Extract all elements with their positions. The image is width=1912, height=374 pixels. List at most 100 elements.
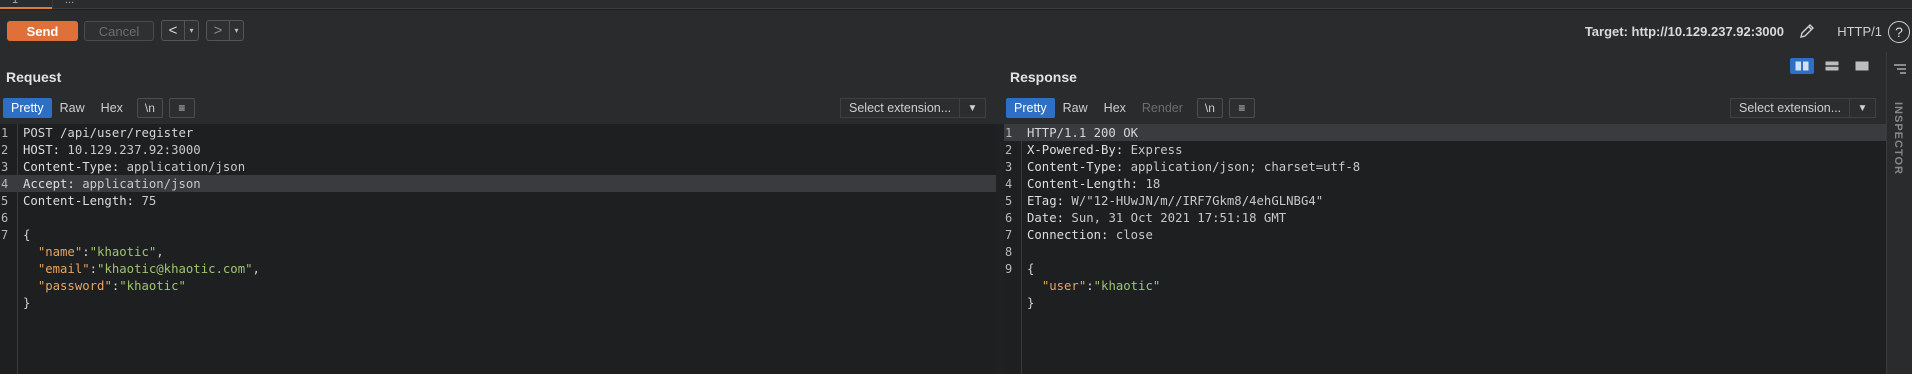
send-button[interactable]: Send [7,21,78,41]
header-value: close [1108,227,1153,242]
line-number: 3 [1,159,9,174]
close-brace: } [1027,295,1035,310]
request-select-extension-label: Select extension... [849,101,952,115]
help-icon[interactable]: ? [1888,21,1910,43]
header-value: application/json; charset=utf-8 [1123,159,1361,174]
main-area: Request Pretty Raw Hex \n ≡ Select exten… [0,52,1886,374]
header-value: 18 [1138,176,1161,191]
code-line: 7{ [0,226,996,243]
code-line: 5 ETag: W/"12-HUwJN/m//IRF7Gkm8/4ehGLNBG4… [1004,192,1886,209]
line-number: 5 [1005,193,1013,208]
response-view-tabs: Pretty Raw Hex Render \n ≡ [1006,98,1255,118]
back-history-dropdown-icon[interactable]: ▾ [184,21,198,40]
tab-more[interactable]: ... [52,0,142,9]
open-brace: { [23,227,31,242]
tab-1[interactable]: 1 [0,0,52,9]
open-brace: { [1027,261,1035,276]
panel-divider[interactable] [996,124,1004,374]
json-key: "name" [37,244,83,259]
forward-nav-group: > ▾ [206,20,244,41]
code-line: 7 Connection: close [1004,226,1886,243]
json-line: "email":"khaotic@khaotic.com", [37,261,260,276]
header-name: Accept: [23,176,75,191]
header-name: ETag: [1027,193,1065,208]
line-number: 2 [1,142,9,157]
tab-1-label: 1 [12,0,19,6]
response-tab-raw[interactable]: Raw [1055,98,1096,118]
request-tab-pretty[interactable]: Pretty [3,98,52,118]
line-number: 6 [1005,210,1013,225]
response-newline-toggle[interactable]: \n [1196,98,1223,118]
line-number: 1 [1,125,9,140]
response-editor[interactable]: 1 HTTP/1.1 200 OK 2 X-Powered-By: Express … [1004,124,1886,374]
response-tab-hex[interactable]: Hex [1096,98,1134,118]
json-line: "password":"khaotic" [37,278,186,293]
request-newline-toggle[interactable]: \n [136,98,163,118]
response-tab-render[interactable]: Render [1134,98,1191,118]
response-select-extension[interactable]: Select extension... ▼ [1730,98,1876,118]
line-number: 5 [1,193,9,208]
response-title: Response [1010,69,1077,85]
http-version-label[interactable]: HTTP/1 [1837,24,1882,39]
request-select-extension[interactable]: Select extension... ▼ [840,98,986,118]
response-select-extension-label: Select extension... [1739,101,1842,115]
header-name: Content-Length: [1027,176,1139,191]
code-line: 4 Content-Length: 18 [1004,175,1886,192]
header-value: W/"12-HUwJN/m//IRF7Gkm8/4ehGLNBG4" [1064,193,1324,208]
header-name: Content-Type: [1027,159,1124,174]
chevron-down-icon: ▼ [1849,98,1875,118]
close-brace: } [23,295,31,310]
line-number: 6 [1,210,9,225]
line-number: 7 [1,227,9,242]
json-value: "khaotic" [119,278,186,293]
response-menu-icon[interactable]: ≡ [1228,98,1255,118]
line-number: 9 [1005,261,1013,276]
request-tab-hex[interactable]: Hex [93,98,131,118]
json-value: "khaotic" [89,244,157,259]
header-value: application/json [119,159,246,174]
header-name: X-Powered-By: [1027,142,1124,157]
response-tab-pretty[interactable]: Pretty [1006,98,1055,118]
split-vertical-layout-icon[interactable] [1820,58,1844,74]
request-panel: Request Pretty Raw Hex \n ≡ Select exten… [0,52,996,374]
line-number: 7 [1005,227,1013,242]
header-name: Connection: [1027,227,1109,242]
request-editor[interactable]: 1 POST /api/user/register 2 HOST: 10.129.2… [0,124,996,374]
inspector-rail[interactable]: INSPECTOR [1886,52,1912,374]
header-name: Date: [1027,210,1065,225]
request-tab-raw[interactable]: Raw [52,98,93,118]
line-number: 4 [1005,176,1013,191]
request-menu-icon[interactable]: ≡ [168,98,195,118]
forward-button[interactable]: > [207,21,229,40]
code-line: 9{ [1004,260,1886,277]
header-value: Sun, 31 Oct 2021 17:51:18 GMT [1064,210,1287,225]
back-button[interactable]: < [162,21,184,40]
json-sep: , [252,261,260,276]
cancel-button[interactable]: Cancel [84,21,154,41]
code-line: 1 POST /api/user/register [0,124,996,141]
json-key: "user" [1041,278,1087,293]
split-horizontal-layout-icon[interactable] [1790,58,1814,74]
code-line: 6 [0,209,996,226]
single-pane-layout-icon[interactable] [1850,58,1874,74]
status-line: HTTP/1.1 200 OK [1027,125,1139,140]
edit-target-pencil-icon[interactable] [1797,21,1817,41]
json-line: "name":"khaotic", [37,244,164,259]
inspector-menu-icon[interactable] [1893,62,1907,80]
forward-history-dropdown-icon[interactable]: ▾ [229,21,243,40]
line-number: 4 [1,176,9,191]
json-value: "khaotic@khaotic.com" [97,261,253,276]
chevron-down-icon: ▼ [959,98,985,118]
header-name: Content-Length: [23,193,135,208]
line-number: 2 [1005,142,1013,157]
json-line: "user":"khaotic" [1041,278,1161,293]
code-line: 3 Content-Type: application/json [0,158,996,175]
header-name: HOST: [23,142,61,157]
code-line-highlighted: 4 Accept: application/json [0,175,996,192]
json-line: } [0,294,996,311]
target-label: Target: http://10.129.237.92:3000 [1584,24,1784,39]
request-line: POST /api/user/register [23,125,194,140]
code-line: 8 [1004,243,1886,260]
code-line: 3 Content-Type: application/json; charset… [1004,158,1886,175]
header-value: 10.129.237.92:3000 [60,142,201,157]
